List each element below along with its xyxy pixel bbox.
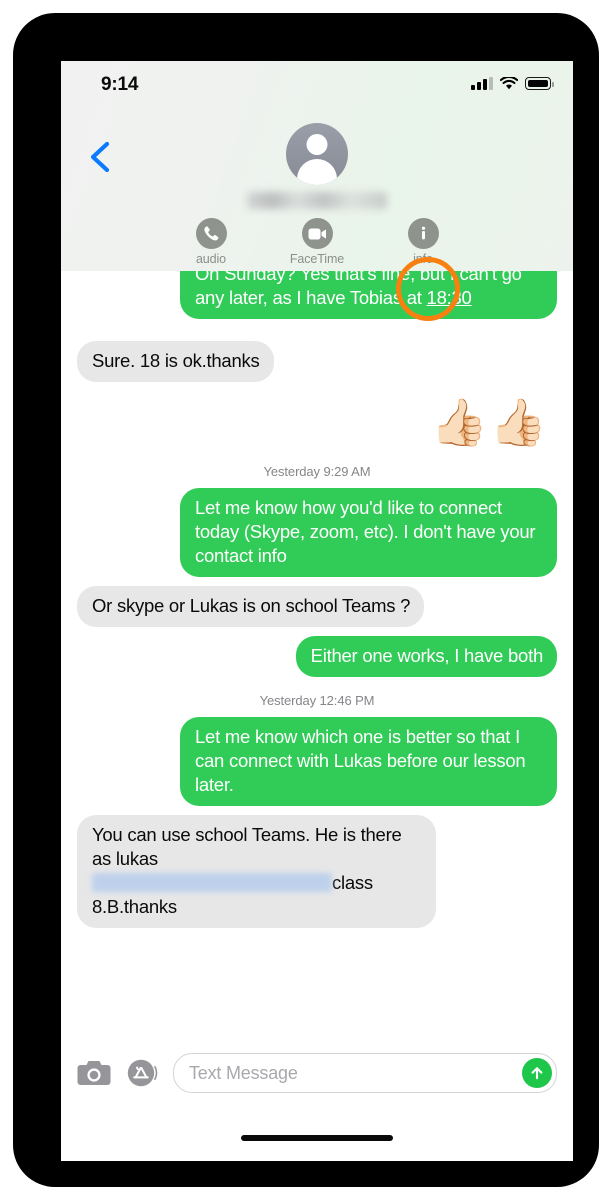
message-bubble-incoming[interactable]: Sure. 18 is ok.thanks (69, 341, 274, 382)
cellular-bars-icon (471, 77, 493, 90)
message-text-line1: You can use school Teams. He is there as… (92, 824, 402, 869)
message-row: On Sunday? Yes that's fine, but I can't … (61, 271, 573, 319)
message-row: Either one works, I have both (61, 636, 573, 677)
status-bar: 9:14 (61, 61, 573, 103)
facetime-label: FaceTime (289, 252, 345, 266)
avatar-head (306, 134, 328, 155)
audio-call-label: audio (195, 252, 227, 266)
text-message-placeholder: Text Message (189, 1062, 298, 1083)
message-row: Let me know which one is better so that … (61, 717, 573, 806)
phone-icon (195, 218, 227, 249)
message-input-bar: Text Message (61, 1043, 573, 1103)
time-link[interactable]: 18:30 (427, 287, 472, 308)
home-indicator[interactable] (241, 1135, 393, 1141)
phone-screen: 9:14 audio FaceTime info On Sunday? Yes … (61, 61, 573, 1161)
info-button[interactable]: info (392, 218, 454, 266)
message-bubble-incoming-redacted[interactable]: You can use school Teams. He is there as… (69, 815, 436, 928)
contact-name-redacted (247, 192, 387, 209)
message-list[interactable]: On Sunday? Yes that's fine, but I can't … (61, 271, 573, 1068)
battery-full-icon (525, 77, 554, 90)
conversation-timestamp: Yesterday 9:29 AM (263, 464, 371, 479)
phone-frame: 9:14 audio FaceTime info On Sunday? Yes … (13, 13, 599, 1187)
avatar-body (297, 159, 337, 185)
info-circle-icon (407, 218, 439, 249)
conversation-header: 9:14 audio FaceTime info (61, 61, 573, 271)
message-row: Let me know how you'd like to connect to… (61, 488, 573, 577)
message-bubble-outgoing[interactable]: Either one works, I have both (295, 636, 566, 677)
send-button[interactable] (522, 1058, 552, 1088)
message-row-emoji: 👍🏻👍🏻 (61, 396, 573, 448)
info-label: info (413, 252, 433, 266)
wifi-icon (499, 75, 519, 90)
message-text-after-redaction: class (332, 872, 373, 893)
message-bubble-outgoing[interactable]: Let me know which one is better so that … (180, 717, 565, 806)
audio-call-button[interactable]: audio (180, 218, 242, 266)
message-bubble-outgoing[interactable]: Let me know how you'd like to connect to… (180, 488, 565, 577)
message-row: Or skype or Lukas is on school Teams ? (61, 586, 573, 627)
header-action-row: audio FaceTime info (180, 218, 454, 266)
message-bubble-outgoing[interactable]: On Sunday? Yes that's fine, but I can't … (180, 271, 565, 319)
status-bar-time: 9:14 (101, 74, 139, 95)
message-text-line3: 8.B.thanks (92, 896, 177, 917)
message-row: You can use school Teams. He is there as… (61, 815, 573, 928)
status-bar-icons (471, 75, 554, 90)
app-store-icon[interactable] (125, 1056, 159, 1090)
message-bubble-incoming[interactable]: Or skype or Lukas is on school Teams ? (68, 586, 425, 627)
facetime-button[interactable]: FaceTime (286, 218, 348, 266)
arrow-up-icon (531, 1067, 543, 1080)
conversation-timestamp: Yesterday 12:46 PM (259, 693, 375, 708)
message-text: On Sunday? Yes that's fine, but I can't … (195, 271, 522, 308)
video-camera-icon (301, 218, 333, 249)
redacted-content (92, 873, 332, 892)
message-row: Sure. 18 is ok.thanks (61, 341, 573, 382)
thumbs-up-emoji-message[interactable]: 👍🏻👍🏻 (430, 396, 549, 448)
back-button[interactable] (83, 139, 119, 175)
avatar[interactable] (286, 123, 348, 185)
camera-icon[interactable] (77, 1059, 111, 1087)
text-message-input[interactable]: Text Message (173, 1053, 557, 1093)
